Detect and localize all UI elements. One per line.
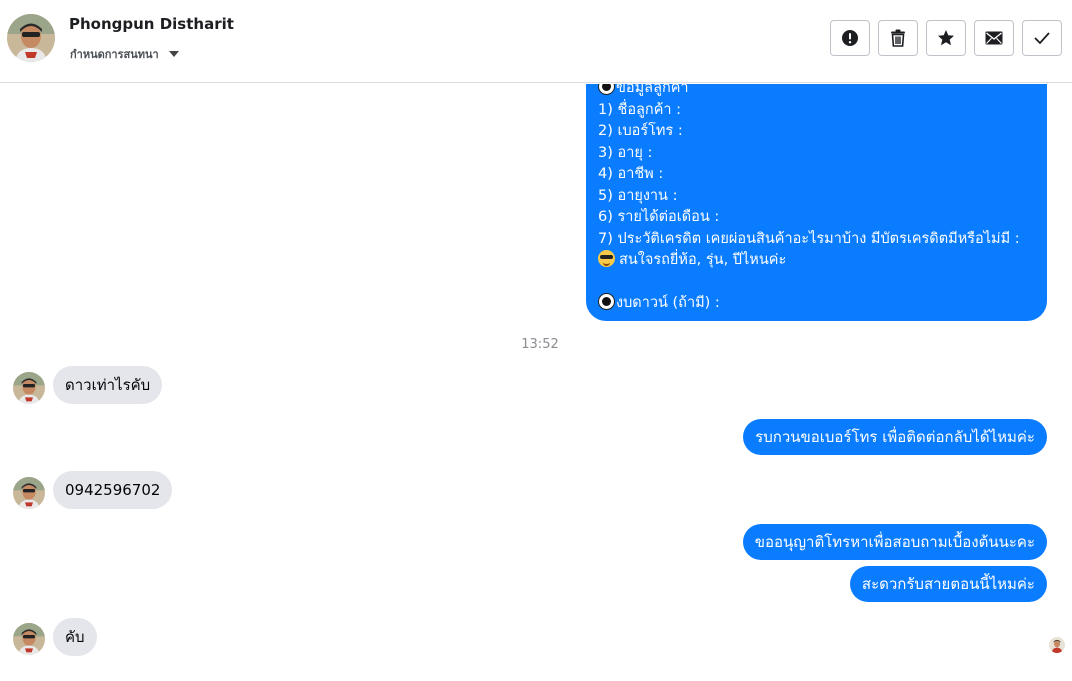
alert-icon — [842, 30, 858, 46]
avatar[interactable] — [13, 372, 45, 404]
message-thread: ข้อมูลลูกค้า 1) ชื่อลูกค้า : 2) เบอร์โทร… — [0, 84, 1072, 681]
conversation-header: Phongpun Distharit กำหนดการสนทนา — [0, 0, 1072, 83]
outgoing-message[interactable]: สะดวกรับสายตอนนี้ไหมค่ะ — [849, 566, 1047, 602]
list-item: 6) รายได้ต่อเดือน : — [598, 209, 720, 225]
delete-button[interactable] — [878, 20, 918, 56]
sunglasses-emoji-icon — [598, 250, 615, 267]
mark-unread-button[interactable] — [974, 20, 1014, 56]
list-item: ข้อมูลลูกค้า — [598, 84, 1035, 100]
list-item: 3) อายุ : — [598, 144, 653, 161]
star-button[interactable] — [926, 20, 966, 56]
list-item: 7) ประวัติเครดิต เคยผ่อนสินค้าอะไรมาบ้าง… — [598, 230, 1020, 247]
list-item — [598, 272, 1035, 294]
incoming-message[interactable]: 0942596702 — [53, 471, 173, 509]
contact-name[interactable]: Phongpun Distharit — [69, 15, 234, 33]
seen-indicator-avatar — [1049, 637, 1065, 653]
incoming-message[interactable]: คับ — [53, 618, 97, 656]
caret-down-icon — [168, 51, 179, 57]
outgoing-message[interactable]: ขออนุญาติโทรหาเพื่อสอบถามเบื้องต้นนะคะ — [742, 524, 1047, 560]
check-icon — [1034, 32, 1050, 45]
contact-avatar[interactable] — [7, 14, 55, 62]
conversation-schedule-dropdown[interactable]: กำหนดการสนทนา — [70, 45, 179, 63]
list-item: 5) อายุงาน : — [598, 187, 678, 204]
avatar[interactable] — [13, 623, 45, 655]
incoming-message[interactable]: ดาวเท่าไรคับ — [53, 366, 163, 404]
conversation-actions — [830, 20, 1062, 56]
avatar[interactable] — [13, 477, 45, 509]
customer-info-template-message[interactable]: ข้อมูลลูกค้า 1) ชื่อลูกค้า : 2) เบอร์โทร… — [586, 84, 1047, 321]
list-item: 4) อาชีพ : — [598, 166, 664, 182]
conversation-schedule-label: กำหนดการสนทนา — [70, 48, 159, 61]
trash-icon — [891, 29, 905, 47]
list-item: งบดาวน์ (ถ้ามี) : — [598, 293, 1035, 315]
radio-button-icon — [598, 84, 615, 95]
star-icon — [938, 30, 954, 46]
list-item: 2) เบอร์โทร : — [598, 123, 683, 139]
list-item: 1) ชื่อลูกค้า : — [598, 101, 682, 118]
mark-done-button[interactable] — [1022, 20, 1062, 56]
outgoing-message[interactable]: รบกวนขอเบอร์โทร เพื่อติดต่อกลับได้ไหมค่ะ — [743, 419, 1047, 455]
message-timestamp: 13:52 — [521, 337, 559, 352]
mark-spam-button[interactable] — [830, 20, 870, 56]
list-item: สนใจรถยี่ห้อ, รุ่น, ปีไหนค่ะ — [598, 250, 1035, 272]
envelope-icon — [985, 31, 1003, 45]
radio-button-icon — [598, 293, 615, 310]
